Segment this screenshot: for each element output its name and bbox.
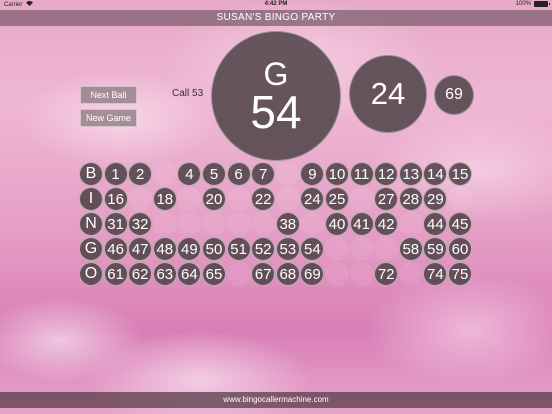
board-number-8	[275, 162, 300, 186]
board-number-47: 47	[128, 237, 153, 261]
board-number-72: 72	[374, 262, 399, 286]
board-number-59: 59	[423, 237, 448, 261]
board-number-49: 49	[177, 237, 202, 261]
board-number-43	[398, 212, 423, 236]
board-number-34	[177, 212, 202, 236]
board-number-9: 9	[300, 162, 325, 186]
board-number-36	[226, 212, 251, 236]
row-letter-b: B	[79, 162, 103, 186]
board-number-27: 27	[374, 187, 399, 211]
board-number-66	[226, 262, 251, 286]
board-number-16: 16	[103, 187, 128, 211]
board-number-24: 24	[300, 187, 325, 211]
call-count: Call 53	[172, 88, 204, 99]
current-ball: G 54	[211, 31, 341, 161]
board-number-61: 61	[103, 262, 128, 286]
board-number-18: 18	[152, 187, 177, 211]
board-number-73	[398, 262, 423, 286]
battery-icon	[534, 1, 550, 7]
battery-percent: 100%	[515, 1, 531, 7]
board-number-6: 6	[226, 162, 251, 186]
board-number-35	[202, 212, 226, 236]
board-number-74: 74	[423, 262, 448, 286]
board-number-44: 44	[423, 212, 448, 236]
board-number-22: 22	[251, 187, 276, 211]
board-number-46: 46	[103, 237, 128, 261]
board-number-62: 62	[128, 262, 153, 286]
board-number-71	[349, 262, 374, 286]
board-number-68: 68	[275, 262, 300, 286]
board-number-50: 50	[202, 237, 226, 261]
board-number-64: 64	[177, 262, 202, 286]
board-number-7: 7	[251, 162, 276, 186]
footer-url[interactable]: www.bingocallermachine.com	[0, 392, 552, 408]
board-number-45: 45	[448, 212, 472, 236]
status-bar: Carrier 4:42 PM 100%	[0, 0, 552, 10]
board-number-23	[275, 187, 300, 211]
board-number-21	[226, 187, 251, 211]
board-number-4: 4	[177, 162, 202, 186]
board-number-52: 52	[251, 237, 276, 261]
board-number-3	[152, 162, 177, 186]
battery-status: 100%	[515, 1, 550, 7]
board-number-60: 60	[448, 237, 472, 261]
board-number-56	[349, 237, 374, 261]
board-number-26	[349, 187, 374, 211]
board-number-37	[251, 212, 276, 236]
board-number-29: 29	[423, 187, 448, 211]
board-number-53: 53	[275, 237, 300, 261]
board-number-55	[325, 237, 349, 261]
row-letter-g: G	[79, 237, 103, 261]
board-number-17	[128, 187, 153, 211]
board-number-70	[325, 262, 349, 286]
board-number-67: 67	[251, 262, 276, 286]
board-number-40: 40	[325, 212, 349, 236]
board-number-51: 51	[226, 237, 251, 261]
board-number-38: 38	[275, 212, 300, 236]
board-number-30	[448, 187, 472, 211]
board-number-69: 69	[300, 262, 325, 286]
board-number-11: 11	[349, 162, 374, 186]
board-number-32: 32	[128, 212, 153, 236]
status-time: 4:42 PM	[264, 1, 288, 7]
board-number-39	[300, 212, 325, 236]
previous-ball-1: 24	[349, 55, 427, 133]
page-title: SUSAN'S BINGO PARTY	[0, 10, 552, 26]
board-number-75: 75	[448, 262, 472, 286]
previous-ball-2: 69	[434, 75, 474, 115]
new-game-button[interactable]: New Game	[80, 109, 137, 127]
board-number-15: 15	[448, 162, 472, 186]
board-number-65: 65	[202, 262, 226, 286]
board-number-1: 1	[103, 162, 128, 186]
board-number-5: 5	[202, 162, 226, 186]
next-ball-button[interactable]: Next Ball	[80, 86, 137, 104]
board-number-33	[152, 212, 177, 236]
board-number-58: 58	[398, 237, 423, 261]
board-number-28: 28	[398, 187, 423, 211]
board-number-19	[177, 187, 202, 211]
current-ball-number: 54	[250, 86, 302, 138]
board-number-10: 10	[325, 162, 349, 186]
row-letter-o: O	[79, 262, 103, 286]
board-number-41: 41	[349, 212, 374, 236]
board-number-14: 14	[423, 162, 448, 186]
board-number-48: 48	[152, 237, 177, 261]
board-number-63: 63	[152, 262, 177, 286]
board-number-13: 13	[398, 162, 423, 186]
board-number-2: 2	[128, 162, 153, 186]
board-number-25: 25	[325, 187, 349, 211]
row-letter-i: I	[79, 187, 103, 211]
board-number-20: 20	[202, 187, 226, 211]
board-number-54: 54	[300, 237, 325, 261]
row-letter-n: N	[79, 212, 103, 236]
board-number-57	[374, 237, 399, 261]
board-number-12: 12	[374, 162, 399, 186]
board-number-42: 42	[374, 212, 399, 236]
board-number-31: 31	[103, 212, 128, 236]
